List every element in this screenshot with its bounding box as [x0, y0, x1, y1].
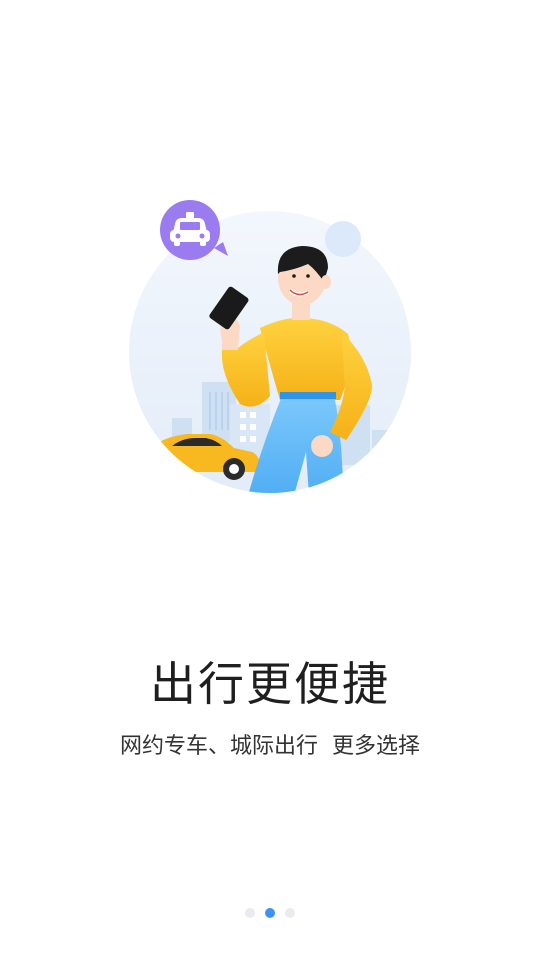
onboarding-screen[interactable]: 出行更便捷 网约专车、城际出行 更多选择: [0, 0, 540, 960]
decor-bubble: [325, 221, 361, 257]
page-title: 出行更便捷: [150, 657, 390, 711]
page-dot[interactable]: [245, 908, 255, 918]
ride-hailing-illustration: [129, 200, 411, 493]
page-dot[interactable]: [285, 908, 295, 918]
page-subtitle: 网约专车、城际出行 更多选择: [120, 734, 420, 759]
page-indicator: [0, 907, 540, 919]
page-dot-active[interactable]: [265, 908, 275, 918]
